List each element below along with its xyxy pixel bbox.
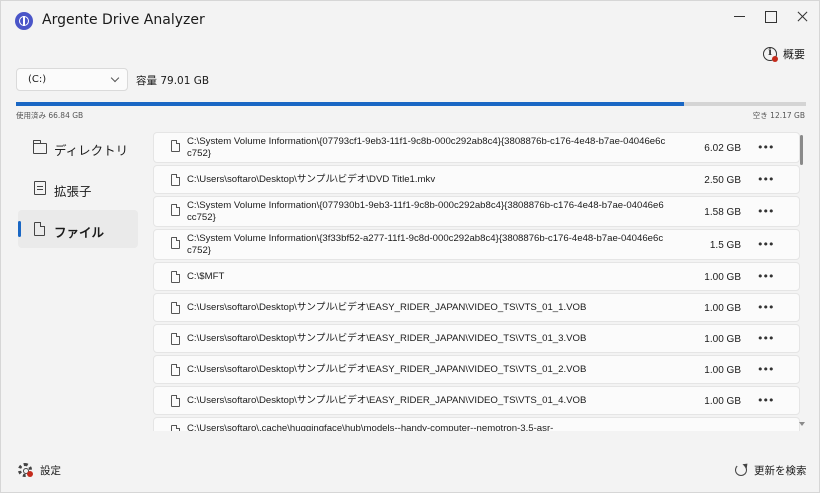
file-row[interactable]: C:\Users\softaro\Desktop\サンプル\ビデオ\DVD Ti…: [153, 165, 800, 194]
chevron-down-icon: [110, 73, 120, 83]
file-icon: [171, 271, 180, 283]
file-row[interactable]: C:\Users\softaro\.cache\huggingface\hub\…: [153, 417, 800, 431]
more-options-button[interactable]: •••: [757, 395, 774, 409]
capacity-label: 容量 79.01 GB: [136, 75, 210, 87]
file-icon: [171, 333, 180, 345]
notification-dot: [27, 471, 33, 477]
file-size: 1.58 GB: [704, 207, 741, 218]
sidebar-item-directory[interactable]: ディレクトリ: [18, 128, 138, 166]
extension-icon: [34, 181, 46, 195]
refresh-icon: [735, 464, 747, 476]
file-icon: [171, 302, 180, 314]
more-options-button[interactable]: •••: [757, 174, 774, 188]
file-size: 2.50 GB: [704, 175, 741, 186]
more-options-button[interactable]: •••: [757, 239, 774, 253]
file-row[interactable]: C:\$MFT 1.00 GB •••: [153, 262, 800, 291]
scroll-down-icon[interactable]: [799, 422, 805, 426]
overview-label: 概要: [783, 48, 805, 61]
file-icon: [171, 425, 180, 431]
settings-button[interactable]: 設定: [18, 462, 78, 478]
scrollbar-thumb[interactable]: [800, 135, 803, 165]
more-options-button[interactable]: [757, 428, 773, 431]
app-logo-icon: [15, 12, 33, 30]
file-icon: [171, 174, 180, 186]
file-size: 1.00 GB: [704, 334, 741, 345]
file-path: C:\System Volume Information\{077930b1-9…: [187, 200, 664, 223]
file-icon: [171, 237, 180, 249]
sidebar-item-file[interactable]: ファイル: [18, 210, 138, 248]
file-path: C:\Users\softaro\Desktop\サンプル\ビデオ\EASY_R…: [187, 395, 587, 406]
usage-bar-fill: [16, 102, 685, 106]
file-row[interactable]: C:\Users\softaro\Desktop\サンプル\ビデオ\EASY_R…: [153, 355, 800, 384]
file-path: C:\Users\softaro\Desktop\サンプル\ビデオ\EASY_R…: [187, 333, 587, 344]
notification-dot: [772, 56, 778, 62]
file-path: C:\Users\softaro\Desktop\サンプル\ビデオ\EASY_R…: [187, 364, 587, 375]
file-path: C:\Users\softaro\.cache\huggingface\hub\…: [187, 423, 554, 431]
usage-bar: [16, 102, 806, 106]
file-icon: [171, 204, 180, 216]
maximize-icon[interactable]: [758, 7, 782, 27]
file-row[interactable]: C:\System Volume Information\{3f33bf52-a…: [153, 229, 800, 260]
active-indicator: [18, 221, 21, 237]
scrollbar[interactable]: [799, 132, 805, 431]
file-icon: [34, 221, 46, 236]
folder-icon: [32, 140, 47, 154]
sidebar-nav: ディレクトリ 拡張子 ファイル: [18, 128, 138, 251]
close-icon[interactable]: [791, 7, 815, 27]
file-size: 1.5 GB: [709, 240, 741, 251]
more-options-button[interactable]: •••: [757, 142, 774, 156]
rescan-label: 更新を検索: [754, 465, 807, 477]
sidebar-item-label: ファイル: [54, 225, 105, 240]
file-path: C:\System Volume Information\{07793cf1-9…: [187, 136, 666, 159]
sidebar-item-label: 拡張子: [54, 184, 92, 199]
file-icon: [171, 140, 180, 152]
file-size: 1.00 GB: [704, 303, 741, 314]
sidebar-item-label: ディレクトリ: [54, 143, 129, 158]
sidebar-item-extension[interactable]: 拡張子: [18, 169, 138, 207]
file-path: C:\Users\softaro\Desktop\サンプル\ビデオ\DVD Ti…: [187, 174, 436, 185]
more-options-button[interactable]: •••: [757, 333, 774, 347]
file-size: 6.02 GB: [704, 143, 741, 154]
file-icon: [171, 364, 180, 376]
file-path: C:\$MFT: [187, 271, 225, 282]
app-title: Argente Drive Analyzer: [42, 12, 205, 28]
more-options-button[interactable]: •••: [757, 271, 774, 285]
drive-select[interactable]: (C:): [16, 68, 128, 91]
file-row[interactable]: C:\Users\softaro\Desktop\サンプル\ビデオ\EASY_R…: [153, 386, 800, 415]
used-label: 使用済み 66.84 GB: [16, 111, 84, 120]
file-size: 1.00 GB: [704, 365, 741, 376]
file-size: 1.00 GB: [704, 272, 741, 283]
title-bar[interactable]: Argente Drive Analyzer: [1, 1, 819, 39]
more-options-button[interactable]: •••: [757, 206, 774, 220]
free-label: 空き 12.17 GB: [752, 111, 805, 120]
file-row[interactable]: C:\Users\softaro\Desktop\サンプル\ビデオ\EASY_R…: [153, 293, 800, 322]
file-path: C:\System Volume Information\{3f33bf52-a…: [187, 233, 664, 256]
file-icon: [171, 395, 180, 407]
drive-select-value: (C:): [28, 74, 47, 85]
file-list: C:\System Volume Information\{07793cf1-9…: [153, 132, 800, 431]
more-options-button[interactable]: •••: [757, 302, 774, 316]
file-row[interactable]: C:\Users\softaro\Desktop\サンプル\ビデオ\EASY_R…: [153, 324, 800, 353]
app-window: Argente Drive Analyzer 概要 (C:) 容量 79.01 …: [0, 0, 820, 493]
more-options-button[interactable]: •••: [757, 364, 774, 378]
file-row[interactable]: C:\System Volume Information\{07793cf1-9…: [153, 132, 800, 163]
file-path: C:\Users\softaro\Desktop\サンプル\ビデオ\EASY_R…: [187, 302, 587, 313]
settings-label: 設定: [40, 465, 61, 477]
file-row[interactable]: C:\System Volume Information\{077930b1-9…: [153, 196, 800, 227]
file-size: 1.00 GB: [704, 396, 741, 407]
rescan-button[interactable]: 更新を検索: [734, 462, 810, 478]
overview-button[interactable]: 概要: [759, 44, 809, 62]
minimize-icon[interactable]: [728, 7, 752, 27]
